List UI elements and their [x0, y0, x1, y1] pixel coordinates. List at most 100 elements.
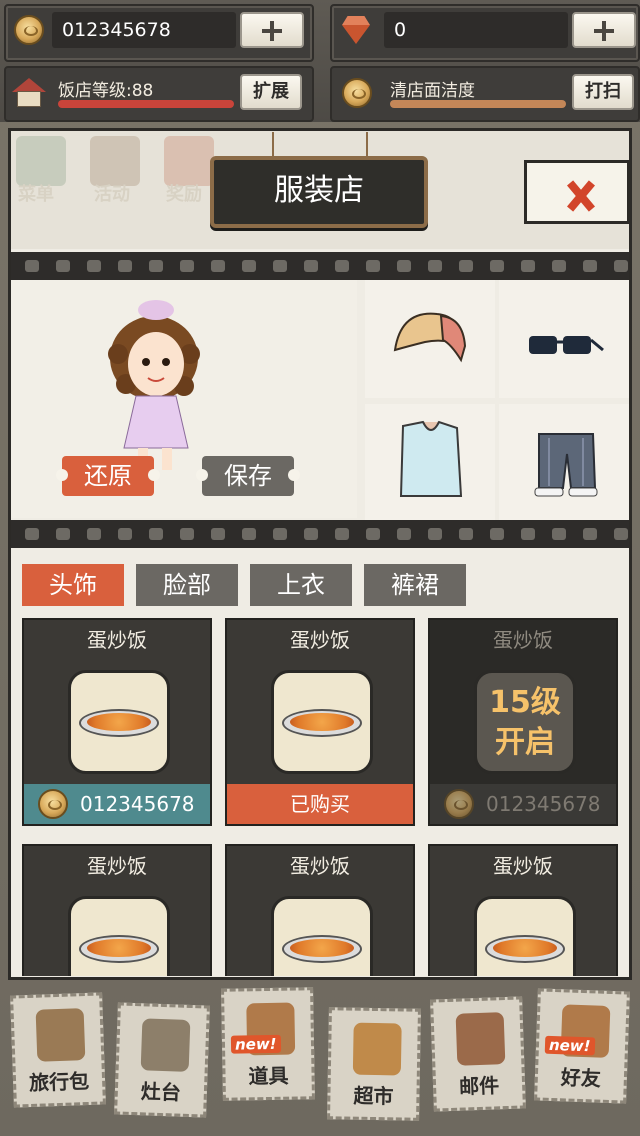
- film-hole: [273, 260, 287, 272]
- film-hole: [614, 528, 628, 540]
- shop-item-locked: 蛋炒饭 15级 开启 012345678: [428, 618, 618, 826]
- nav-label: 道具: [248, 1063, 289, 1089]
- film-hole: [335, 260, 349, 272]
- film-hole: [521, 528, 535, 540]
- nav-label: 灶台: [140, 1079, 182, 1105]
- film-hole: [614, 260, 628, 272]
- coin-icon: [444, 789, 474, 819]
- egg-fried-rice-icon: [271, 896, 373, 976]
- unlock-level-badge: 15级 开启: [474, 670, 576, 774]
- nav-props[interactable]: new! 道具: [221, 987, 315, 1101]
- sunglasses-icon: [529, 336, 604, 354]
- stove-icon: [140, 1018, 191, 1072]
- film-hole: [304, 260, 318, 272]
- nav-travel-bag[interactable]: 旅行包: [10, 992, 106, 1108]
- add-coins-button[interactable]: [240, 12, 304, 48]
- tab-headwear[interactable]: 头饰: [22, 564, 124, 606]
- mailbox-icon: [455, 1012, 506, 1066]
- item-bought-status: 已购买: [227, 784, 413, 824]
- item-name: 蛋炒饭: [493, 628, 553, 652]
- sign-string: [366, 132, 368, 158]
- nav-mail[interactable]: 邮件: [430, 996, 526, 1112]
- cleanliness-icon: [342, 78, 372, 108]
- backpack-icon: [35, 1008, 86, 1062]
- hat-icon: [393, 312, 467, 363]
- new-badge: new!: [544, 1035, 595, 1056]
- nav-label: 好友: [560, 1065, 602, 1091]
- item-name: 蛋炒饭: [87, 854, 147, 878]
- sign-string: [272, 132, 274, 158]
- shop-item[interactable]: 蛋炒饭 012345678: [22, 618, 212, 826]
- film-hole: [180, 528, 194, 540]
- film-hole: [521, 260, 535, 272]
- shop-item[interactable]: 蛋炒饭 已购买: [225, 618, 415, 826]
- item-price: 012345678: [80, 792, 195, 816]
- restaurant-level-bar: [58, 100, 234, 108]
- nav-label: 超市: [353, 1083, 394, 1109]
- film-hole: [180, 260, 194, 272]
- tab-face[interactable]: 脸部: [136, 564, 238, 606]
- film-hole: [56, 260, 70, 272]
- tab-bottoms[interactable]: 裤裙: [364, 564, 466, 606]
- top-shirt-icon: [399, 420, 463, 497]
- restore-button[interactable]: 还原: [56, 456, 160, 496]
- equip-slot-face[interactable]: [499, 280, 629, 398]
- film-hole: [87, 260, 101, 272]
- film-hole: [490, 528, 504, 540]
- ghost-tab-menu: 菜单: [18, 184, 54, 205]
- film-hole: [25, 260, 39, 272]
- film-hole: [56, 528, 70, 540]
- shop-item[interactable]: 蛋炒饭: [428, 844, 618, 976]
- item-price-bar: 012345678: [430, 784, 616, 824]
- activity-ghost-icon: [90, 136, 140, 186]
- film-hole: [583, 528, 597, 540]
- equip-slot-top[interactable]: [365, 404, 495, 522]
- nav-label: 邮件: [458, 1073, 500, 1099]
- restaurant-house-icon: [12, 78, 46, 108]
- coin-icon: [38, 789, 68, 819]
- film-hole: [118, 260, 132, 272]
- film-strip-top: [11, 252, 629, 280]
- pants-icon: [534, 433, 598, 497]
- tab-tops[interactable]: 上衣: [250, 564, 352, 606]
- item-name: 蛋炒饭: [290, 854, 350, 878]
- nav-friends[interactable]: new! 好友: [534, 988, 630, 1104]
- film-hole: [242, 528, 256, 540]
- film-hole: [304, 528, 318, 540]
- item-name: 蛋炒饭: [87, 628, 147, 652]
- film-hole: [118, 528, 132, 540]
- item-row-2: 蛋炒饭 蛋炒饭 蛋炒饭: [11, 840, 629, 976]
- equip-slot-head[interactable]: [365, 280, 495, 398]
- egg-fried-rice-icon: [68, 670, 170, 774]
- add-gems-button[interactable]: [572, 12, 636, 48]
- nav-stove[interactable]: 灶台: [114, 1002, 210, 1118]
- item-price: 012345678: [486, 792, 601, 816]
- film-hole: [490, 260, 504, 272]
- film-hole: [25, 528, 39, 540]
- film-hole: [583, 260, 597, 272]
- clean-button[interactable]: 打扫: [572, 74, 634, 110]
- save-button[interactable]: 保存: [196, 456, 300, 496]
- nav-supermarket[interactable]: 超市: [327, 1007, 421, 1121]
- cleanliness-label: 清店面洁度: [390, 81, 475, 101]
- equip-slot-bottom[interactable]: [499, 404, 629, 522]
- film-hole: [149, 260, 163, 272]
- film-hole: [149, 528, 163, 540]
- shop-item[interactable]: 蛋炒饭: [225, 844, 415, 976]
- film-hole: [552, 260, 566, 272]
- film-hole: [552, 528, 566, 540]
- film-hole: [428, 528, 442, 540]
- shop-item[interactable]: 蛋炒饭: [22, 844, 212, 976]
- film-hole: [87, 528, 101, 540]
- reward-ghost-icon: [164, 136, 214, 186]
- film-hole: [335, 528, 349, 540]
- film-hole: [211, 528, 225, 540]
- egg-fried-rice-icon: [474, 896, 576, 976]
- expand-button[interactable]: 扩展: [240, 74, 302, 110]
- close-button[interactable]: [524, 160, 630, 224]
- film-hole: [397, 260, 411, 272]
- coin-count: 012345678: [52, 12, 236, 48]
- film-hole: [428, 260, 442, 272]
- film-hole: [366, 260, 380, 272]
- item-price-bar: 012345678: [24, 784, 210, 824]
